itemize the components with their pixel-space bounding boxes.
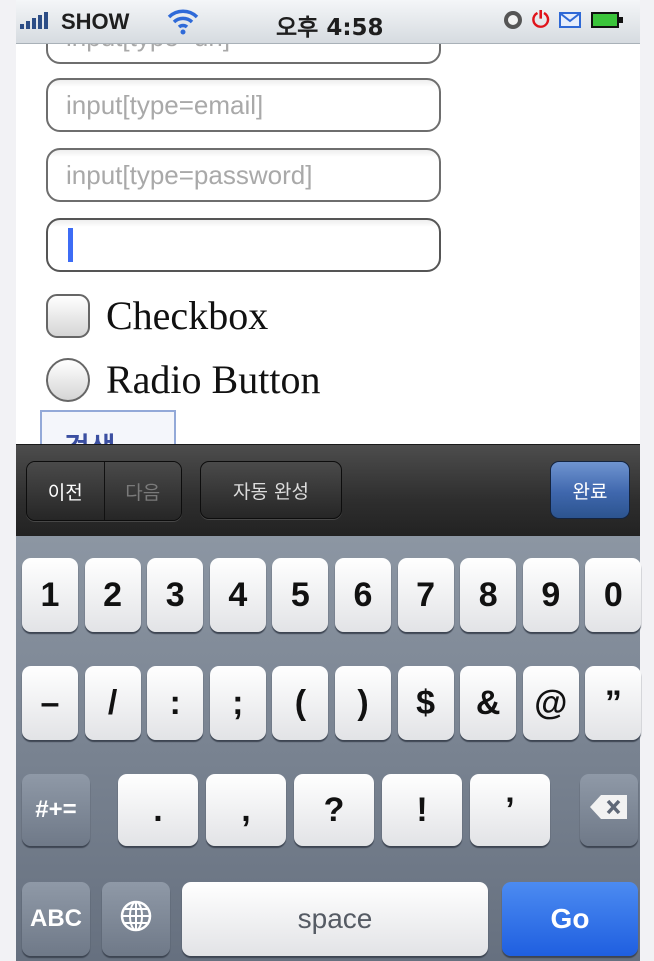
key-keyboard-row2-0[interactable]: –: [22, 666, 78, 740]
key-keyboard-row2-5[interactable]: ): [335, 666, 391, 740]
key-keyboard-row3-1[interactable]: ,: [206, 774, 286, 846]
key-keyboard-row1-4[interactable]: 5: [272, 558, 329, 632]
mail-icon: [559, 12, 582, 28]
search-button[interactable]: 검색: [40, 410, 176, 444]
checkbox[interactable]: [46, 293, 90, 338]
globe-key[interactable]: [102, 882, 170, 956]
key-keyboard-row1-0[interactable]: 1: [22, 558, 78, 632]
key-keyboard-row3-2[interactable]: ?: [294, 774, 374, 846]
key-keyboard-row1-9[interactable]: 0: [585, 558, 642, 632]
key-keyboard-row2-3[interactable]: ;: [209, 666, 266, 740]
key-keyboard-row1-3[interactable]: 4: [209, 558, 266, 632]
key-keyboard-row2-2[interactable]: :: [147, 666, 204, 740]
email-input[interactable]: input[type=email]: [46, 78, 441, 132]
previous-button[interactable]: 이전: [27, 462, 104, 520]
autofill-button[interactable]: 자동 완성: [200, 461, 342, 519]
wifi-icon: [166, 6, 200, 41]
key-keyboard-row1-7[interactable]: 8: [460, 558, 517, 632]
go-key[interactable]: Go: [502, 882, 638, 956]
signal-icon: [20, 12, 48, 29]
checkbox-label: Checkbox: [106, 293, 269, 338]
abc-key[interactable]: ABC: [22, 882, 90, 956]
symbols-key[interactable]: #+=: [22, 774, 90, 846]
form-assistant-bar: 이전 다음 자동 완성 완료: [16, 444, 640, 537]
space-key[interactable]: space: [182, 882, 488, 956]
key-keyboard-row1-8[interactable]: 9: [522, 558, 579, 632]
device-frame-left: [0, 0, 16, 961]
globe-icon: [119, 899, 153, 940]
clock: 오후 4:58: [276, 15, 384, 41]
alarm-icon: [504, 11, 522, 29]
carrier-name: SHOW: [61, 9, 130, 34]
key-keyboard-row3-0[interactable]: .: [118, 774, 198, 846]
url-input-placeholder: input[type=url]: [66, 44, 230, 53]
key-keyboard-row1-6[interactable]: 7: [397, 558, 454, 632]
status-icons: ⏻: [504, 7, 624, 32]
radio-button[interactable]: [46, 357, 90, 402]
battery-icon: [591, 12, 624, 28]
done-button[interactable]: 완료: [550, 461, 630, 519]
power-icon: ⏻: [532, 7, 550, 32]
key-keyboard-row2-1[interactable]: /: [84, 666, 141, 740]
email-input-placeholder: input[type=email]: [66, 89, 264, 120]
delete-key[interactable]: [580, 774, 638, 846]
key-keyboard-row2-9[interactable]: ”: [585, 666, 642, 740]
web-page: input[type=url] input[type=email] input[…: [16, 44, 640, 444]
text-cursor: [68, 228, 73, 262]
key-keyboard-row3-3[interactable]: !: [382, 774, 462, 846]
active-text-input[interactable]: [46, 218, 441, 272]
key-keyboard-row2-8[interactable]: @: [522, 666, 579, 740]
url-input[interactable]: input[type=url]: [46, 44, 441, 64]
status-bar: SHOW 오후 4:58 ⏻: [16, 0, 640, 44]
backspace-icon: [589, 794, 629, 827]
keyboard: #+= ABC space Go 1 2 3 4 5 6 7 8 9 0 – /:;() $ & @”.,?…: [16, 536, 642, 961]
password-input[interactable]: input[type=password]: [46, 148, 441, 202]
key-keyboard-row3-4[interactable]: ’: [470, 774, 550, 846]
key-keyboard-row1-5[interactable]: 6: [335, 558, 391, 632]
prev-next-control: 이전 다음: [26, 461, 182, 521]
key-keyboard-row1-2[interactable]: 3: [147, 558, 204, 632]
key-keyboard-row2-6[interactable]: $: [397, 666, 454, 740]
checkbox-row[interactable]: Checkbox: [46, 292, 268, 339]
password-input-placeholder: input[type=password]: [66, 159, 313, 190]
next-button[interactable]: 다음: [103, 462, 181, 520]
key-keyboard-row2-7[interactable]: &: [460, 666, 517, 740]
radio-label: Radio Button: [106, 357, 321, 402]
radio-row[interactable]: Radio Button: [46, 356, 320, 403]
device-frame-right: [640, 0, 654, 961]
key-keyboard-row2-4[interactable]: (: [272, 666, 329, 740]
key-keyboard-row1-1[interactable]: 2: [84, 558, 141, 632]
